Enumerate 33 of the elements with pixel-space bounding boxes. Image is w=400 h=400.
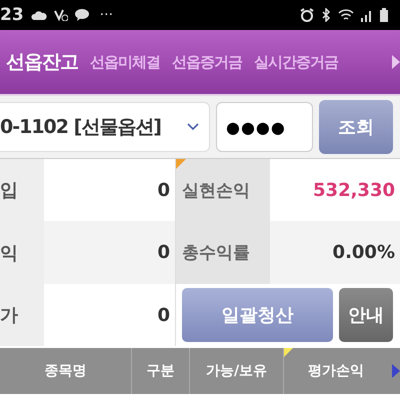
tab[interactable]: 선옵잔고 xyxy=(6,49,78,75)
field-value: 0.00% xyxy=(270,221,400,284)
liquidate-button[interactable]: 일괄청산 xyxy=(182,288,333,342)
account-dropdown[interactable]: 0-1102 [선물옵션] xyxy=(0,102,210,152)
tab[interactable]: 실시간증거금 xyxy=(254,52,338,72)
battery-icon xyxy=(380,8,388,22)
field-label: 실현손익 xyxy=(175,159,270,221)
chat-icon xyxy=(74,9,89,21)
tab[interactable]: 선옵증거금 xyxy=(172,52,242,72)
info-button[interactable]: 안내 xyxy=(339,288,393,342)
field-label: 익 xyxy=(0,221,44,284)
status-time: 23 xyxy=(0,5,24,25)
scroll-right-icon xyxy=(392,364,400,378)
notification-icon xyxy=(54,9,68,21)
signal-icon xyxy=(361,8,373,22)
column-header: 가능/보유 xyxy=(206,362,268,380)
field-label: 가 xyxy=(0,284,44,346)
cloud-icon xyxy=(30,10,47,20)
account-number: 0-1102 [선물옵션] xyxy=(0,115,161,140)
field-value: 0 xyxy=(44,221,175,284)
wifi-icon xyxy=(338,8,354,22)
alarm-icon xyxy=(300,8,314,22)
bluetooth-icon xyxy=(321,8,331,22)
field-label: 총수익률 xyxy=(175,221,270,284)
query-button[interactable]: 조회 xyxy=(319,100,393,154)
chevron-down-icon xyxy=(187,123,199,131)
column-header: 종목명 xyxy=(44,362,86,380)
status-more: ··· xyxy=(100,7,114,23)
column-header: 구분 xyxy=(146,362,174,380)
field-label: 입 xyxy=(0,159,44,221)
password-field[interactable]: ●●●● xyxy=(216,102,313,152)
tab[interactable]: 선옵미체결 xyxy=(90,52,160,72)
column-header: 평가손익 xyxy=(308,362,364,380)
